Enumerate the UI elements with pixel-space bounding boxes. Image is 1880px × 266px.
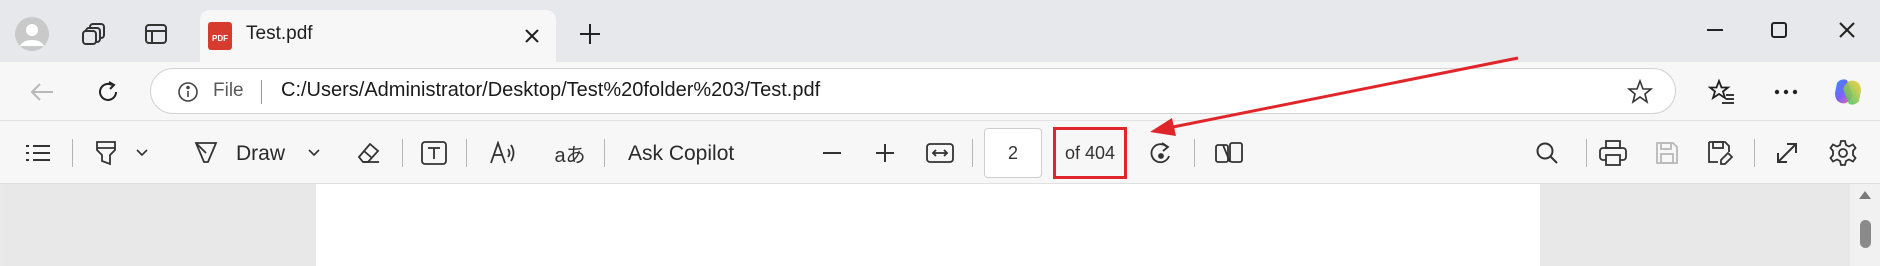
annotation-arrow	[1150, 56, 1519, 136]
annotation-arrow-head	[1150, 118, 1176, 136]
annotation-arrow-line	[1167, 56, 1519, 130]
